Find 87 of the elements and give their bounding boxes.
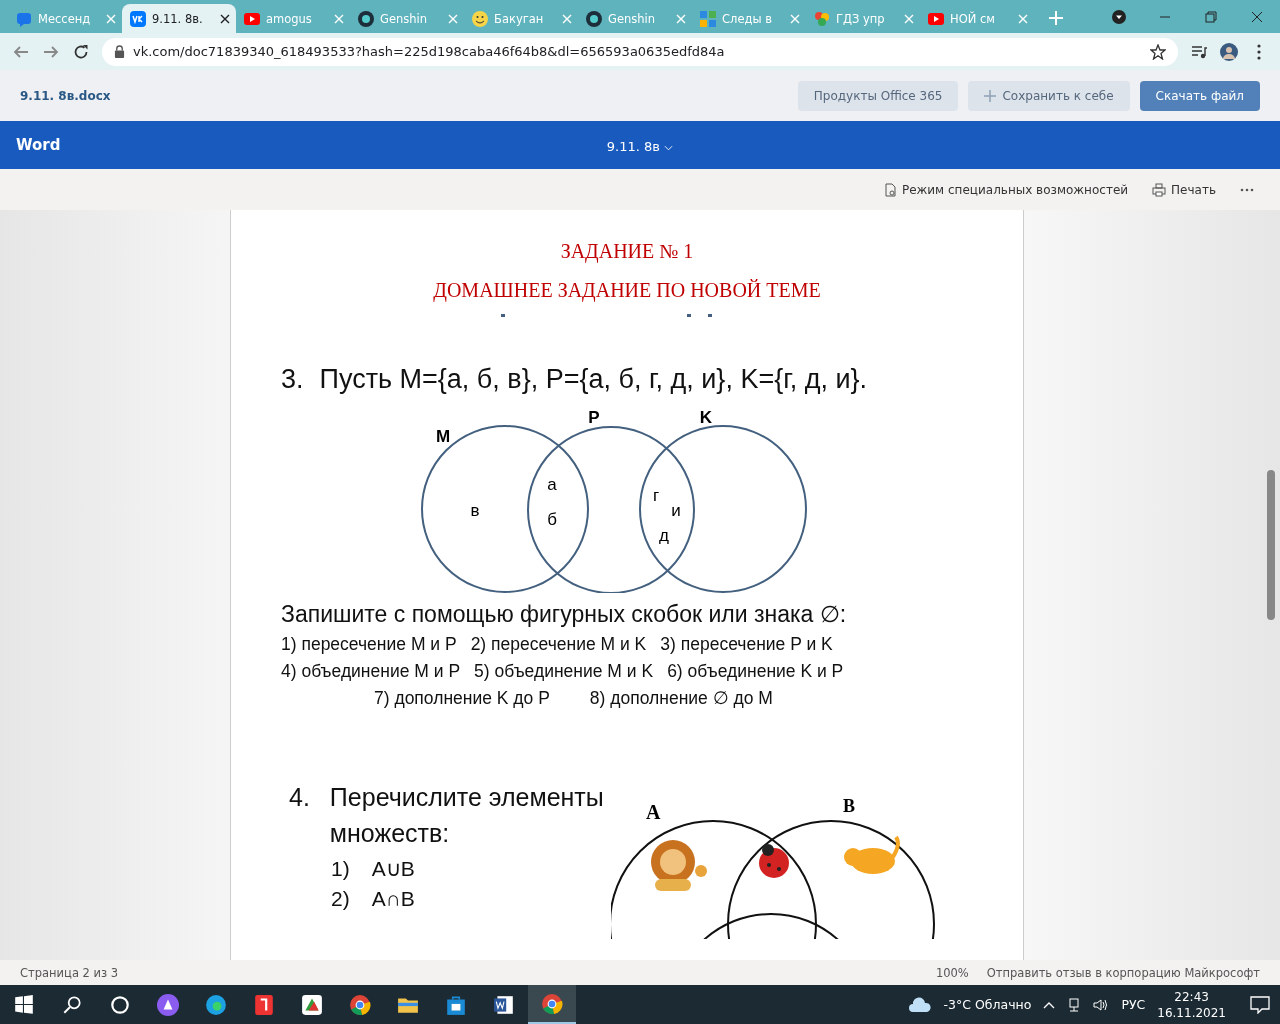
item-number: 1)	[331, 857, 350, 881]
set-expression: A∩B	[371, 887, 415, 911]
grid-icon	[700, 10, 716, 27]
accessibility-mode-button[interactable]: Режим специальных возможностей	[882, 182, 1129, 197]
chevron-up-icon[interactable]	[1043, 1000, 1056, 1009]
browser-tab[interactable]: 9.11. 8в.	[122, 4, 236, 33]
element-letter: в	[470, 501, 480, 520]
task-item: 2) пересечение M и K	[470, 634, 647, 655]
task-item: 6) объединение K и P	[667, 661, 844, 682]
chat-icon	[16, 10, 32, 27]
network-icon[interactable]	[1067, 997, 1082, 1012]
reload-icon[interactable]	[72, 42, 90, 61]
document-icon	[882, 182, 897, 197]
task-item: 3) пересечение P и K	[660, 634, 833, 655]
task-item: 1) пересечение M и P	[281, 634, 457, 655]
word-icon[interactable]	[493, 993, 515, 1016]
browser-tab[interactable]: Мессенд	[8, 4, 122, 33]
speaker-icon[interactable]	[1093, 997, 1110, 1012]
store-icon[interactable]	[445, 993, 467, 1016]
search-icon[interactable]	[61, 993, 83, 1016]
set-label: K	[699, 409, 713, 427]
document-title[interactable]: 9.11. 8в	[606, 138, 674, 154]
browser-tab[interactable]: amogus	[236, 4, 350, 33]
assignment-subtitle: ДОМАШНЕЕ ЗАДАНИЕ ПО НОВОЙ ТЕМЕ	[433, 279, 821, 302]
language-indicator[interactable]: РУС	[1121, 997, 1146, 1012]
file-name: 9.11. 8в.docx	[20, 88, 111, 103]
element-letter: а	[547, 475, 557, 494]
play-icon	[244, 10, 260, 27]
chevron-icon	[664, 144, 674, 151]
lock-icon	[114, 45, 125, 58]
office-products-button[interactable]: Продукты Office 365	[797, 80, 959, 111]
browser-tab[interactable]: Genshin	[350, 4, 464, 33]
browser-tab[interactable]: Genshin	[578, 4, 692, 33]
set-label: M	[435, 427, 451, 446]
chrome-icon[interactable]	[541, 992, 563, 1015]
zoom-level[interactable]: 100%	[935, 965, 969, 980]
save-button[interactable]: Сохранить к себе	[968, 80, 1130, 111]
star-icon[interactable]	[1150, 43, 1166, 60]
print-button[interactable]: Печать	[1152, 182, 1216, 197]
browser-tab[interactable]: НОЙ см	[920, 4, 1034, 33]
download-button[interactable]: Скачать файл	[1139, 80, 1260, 111]
element-letter: и	[671, 501, 681, 520]
problem-statement: Пусть M={а, б, в}, P={а, б, г, д, и}, K={г, д, и}.	[319, 364, 868, 395]
cloud-icon	[907, 996, 932, 1013]
windows-start-icon[interactable]	[13, 993, 35, 1016]
page-indicator: Страница 2 из 3	[20, 965, 119, 980]
plus-icon	[984, 89, 997, 102]
logo-icon	[130, 10, 146, 27]
notification-icon[interactable]	[1250, 995, 1270, 1014]
task-item: 4) объединение M и P	[281, 661, 461, 682]
task-item: 8) дополнение ∅ до M	[589, 688, 773, 709]
printer-icon	[1152, 182, 1167, 197]
problem-number: 3.	[281, 364, 304, 395]
item-number: 2)	[331, 887, 350, 911]
task-item: 7) дополнение K до P	[374, 688, 550, 709]
assistant-icon[interactable]	[157, 993, 179, 1016]
set-expression: A∪B	[371, 857, 415, 881]
browser-tab[interactable]: Бакуган	[464, 4, 578, 33]
play-icon	[928, 10, 944, 27]
feedback-link[interactable]: Отправить отзыв в корпорацию Майкрософт	[986, 965, 1260, 980]
set-label: P	[588, 409, 600, 427]
task-item: 5) объединение M и K	[474, 661, 654, 682]
weather-text[interactable]: -3°C Облачно	[943, 997, 1032, 1012]
set-label: B	[843, 799, 855, 816]
scrollbar-thumb[interactable]	[1267, 470, 1275, 620]
app-name: Word	[16, 136, 61, 154]
ladybug-drawing	[759, 844, 789, 878]
element-letter: б	[547, 510, 557, 529]
close-icon[interactable]	[220, 13, 230, 24]
clock[interactable]: 22:43 16.11.2021	[1157, 988, 1226, 1021]
assignment-title: ЗАДАНИЕ № 1	[560, 240, 694, 263]
more-icon[interactable]	[1240, 187, 1254, 192]
address-bar[interactable]: vk.com/doc71839340_618493533?hash=225d198caba46f64b8&dl=656593a0635edfd84a	[102, 37, 1178, 66]
cat-drawing	[844, 836, 900, 874]
browser-tab[interactable]: Следы в	[692, 4, 806, 33]
lion-drawing	[651, 840, 707, 891]
smiley-icon	[472, 10, 488, 27]
circle-icon[interactable]	[109, 993, 131, 1016]
set-label: A	[646, 801, 661, 823]
element-letter: д	[659, 526, 669, 545]
instruction-text: Запишите с помощью фигурных скобок или знака ∅:	[281, 601, 848, 628]
problem-statement: Перечислите элементы множеств:	[329, 782, 605, 849]
browser-tab[interactable]: ГДЗ упр	[806, 4, 920, 33]
element-letter: г	[652, 486, 660, 505]
chrome-icon[interactable]	[349, 993, 371, 1016]
app-icon[interactable]	[301, 993, 323, 1016]
problem-number: 4.	[289, 782, 310, 813]
